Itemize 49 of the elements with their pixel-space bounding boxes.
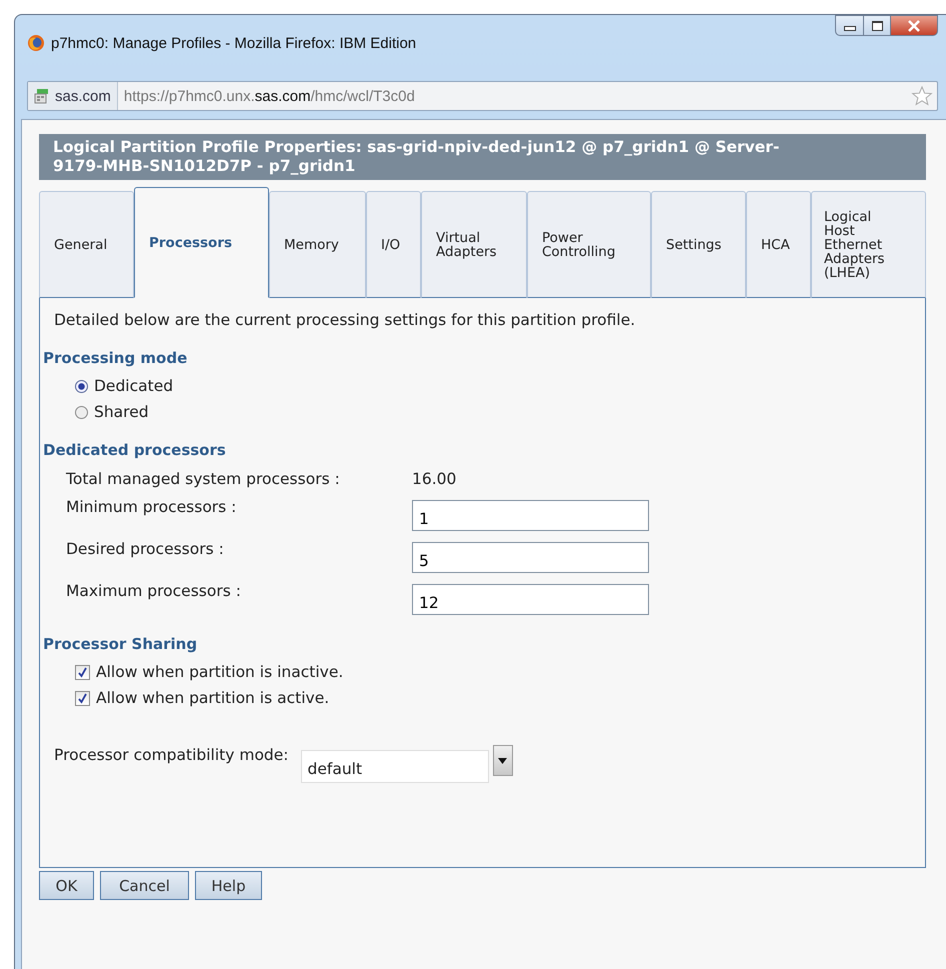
page-header: Logical Partition Profile Properties: sas-grid-npiv-ded-jun12 @ p7_gridn1 @ Server-9179-MHB-SN1012D7P - p7_gridn1	[39, 134, 926, 180]
section-heading: Processor Sharing	[43, 635, 198, 653]
field-label: Maximum processors :	[66, 581, 242, 601]
checkbox[interactable]	[75, 690, 90, 706]
description-text: Detailed below are the current processing settings for this partition profile.	[53, 311, 636, 329]
address-bar[interactable]: sas.com https://p7hmc0.unx.sas.com/hmc/wcl/T3c0d	[27, 81, 938, 111]
field-label: Minimum processors :	[66, 497, 238, 517]
tab[interactable]: Virtual Adapters	[421, 191, 527, 298]
close-button[interactable]	[891, 15, 938, 36]
caret-icon	[498, 758, 508, 764]
maximize-button[interactable]	[864, 15, 891, 36]
dropdown-button[interactable]	[492, 745, 513, 776]
tab[interactable]: HCA	[746, 191, 811, 298]
tab[interactable]: Settings	[651, 191, 746, 298]
window-title: p7hmc0: Manage Profiles - Mozilla Firefox: IBM Edition	[51, 34, 418, 52]
tab[interactable]: Power Controlling	[527, 191, 651, 298]
total-value: 16.00	[412, 469, 458, 489]
minimize-button[interactable]	[835, 15, 864, 36]
url-text: https://p7hmc0.unx.sas.com/hmc/wcl/T3c0d	[122, 88, 416, 104]
dialog-button[interactable]: Help	[195, 871, 262, 900]
field-label: Processor compatibility mode:	[54, 745, 289, 765]
globe-icon	[27, 34, 45, 52]
tab[interactable]: I/O	[366, 191, 421, 298]
input-field[interactable]: 5	[412, 542, 649, 573]
tab[interactable]: Logical Host Ethernet Adapters (LHEA)	[811, 191, 926, 298]
checkbox-label: Allow when partition is active.	[96, 689, 330, 707]
dialog-button[interactable]: Cancel	[100, 871, 189, 900]
site-name: sas.com	[55, 88, 111, 104]
site-identity-button[interactable]: sas.com	[28, 82, 118, 110]
dialog-button[interactable]: OK	[39, 871, 94, 900]
radio-label: Shared	[94, 403, 149, 421]
close-icon	[907, 20, 921, 32]
tab[interactable]: Processors	[134, 187, 269, 298]
section-heading: Dedicated processors	[43, 441, 227, 459]
dropdown-field[interactable]: default	[300, 750, 489, 783]
radio-button[interactable]	[75, 380, 88, 392]
tab[interactable]: General	[39, 191, 134, 298]
radio-button[interactable]	[75, 406, 88, 418]
field-label: Desired processors :	[66, 539, 225, 559]
checkbox-label: Allow when partition is inactive.	[96, 663, 344, 681]
site-icon	[34, 88, 50, 104]
tab[interactable]: Memory	[269, 191, 366, 298]
input-field[interactable]: 12	[412, 584, 649, 615]
input-field[interactable]: 1	[412, 500, 649, 531]
star-icon[interactable]	[911, 85, 933, 107]
checkbox[interactable]	[75, 664, 90, 680]
radio-label: Dedicated	[94, 377, 174, 395]
section-heading: Processing mode	[43, 349, 188, 367]
field-label: Total managed system processors :	[66, 469, 341, 489]
